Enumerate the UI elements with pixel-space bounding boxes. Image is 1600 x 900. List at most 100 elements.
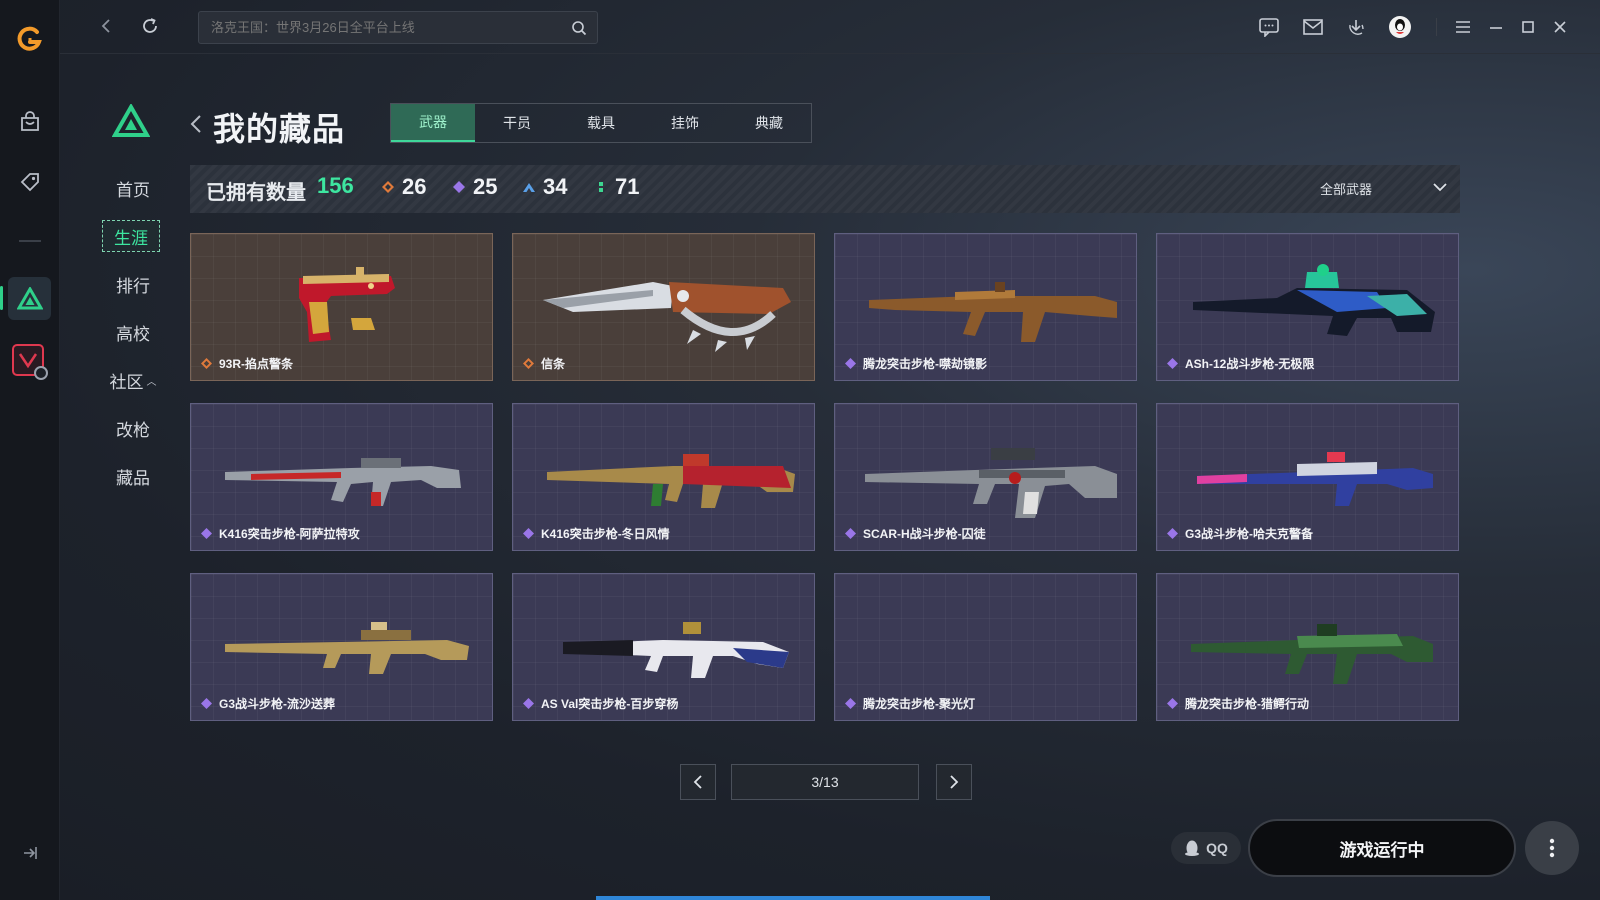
rarity-count-green: 71 [595,174,639,200]
qq-label: QQ [1206,840,1228,856]
back-icon[interactable] [190,112,204,136]
prev-page-button[interactable] [680,764,716,800]
card-name: 93R-掐点警条 [219,357,294,371]
card-label: 信条 [523,355,565,372]
close-icon[interactable] [1548,15,1572,39]
app-logo-icon[interactable] [15,24,45,54]
next-page-button[interactable] [936,764,972,800]
collection-card[interactable]: ASh-12战斗步枪-无极限 [1156,233,1459,381]
nav-item-career[interactable]: 生涯 [102,220,160,252]
card-label: SCAR-H战斗步枪-囚徒 [845,525,986,542]
tab-vehicles[interactable]: 载具 [559,104,643,142]
weapon-filter-dropdown[interactable]: 全部武器 [1320,179,1372,198]
rifle-skin-image [225,622,469,674]
card-label: ASh-12战斗步枪-无极限 [1167,355,1314,372]
more-options-button[interactable] [1525,821,1579,875]
chat-icon[interactable] [1257,15,1281,39]
download-icon[interactable] [1344,15,1368,39]
card-name: 信条 [541,357,566,371]
minimize-icon[interactable] [1484,15,1508,39]
page-title: 我的藏品 [213,111,346,147]
rifle-skin-image [547,454,795,508]
nav-item-label: 藏品 [116,468,150,488]
avatar[interactable] [1388,15,1412,39]
purple-diamond-icon [523,698,534,709]
rifle-skin-image [225,458,461,506]
purple-diamond-icon [201,698,212,709]
gold-diamond-icon [382,181,394,193]
nav-item-gunsmith[interactable]: 改枪 [102,412,164,444]
store-bag-icon[interactable] [16,108,44,136]
rail-divider [19,240,41,242]
tab-charms[interactable]: 挂饰 [643,104,727,142]
top-bar [60,0,1600,54]
nav-item-label: 社区 [109,372,144,392]
collection-card[interactable]: G3战斗步枪-流沙送葬 [190,573,493,721]
card-label: 腾龙突击步枪-猎鳄行动 [1167,695,1309,712]
card-label: G3战斗步枪-流沙送葬 [201,695,335,712]
collection-card[interactable]: 93R-掐点警条 [190,233,493,381]
tab-weapons[interactable]: 武器 [391,104,475,142]
maximize-icon[interactable] [1516,15,1540,39]
chevron-down-icon[interactable] [1430,177,1450,197]
game-running-button[interactable]: 游戏运行中 [1248,819,1516,877]
card-label: G3战斗步枪-哈夫克警备 [1167,525,1313,542]
rifle-skin-image [865,448,1117,518]
back-nav-icon[interactable] [94,14,118,38]
nav-item-campus[interactable]: 高校 [102,316,164,348]
nav-item-community[interactable]: 社区 ︿ [102,364,164,396]
gold-diamond-icon [201,358,212,369]
gold-diamond-icon [523,358,534,369]
qq-login-button[interactable]: QQ [1171,832,1241,864]
nav-item-ranking[interactable]: 排行 [102,268,164,300]
green-dots-icon [599,182,603,192]
search-icon[interactable] [571,20,587,36]
vertical-dots-icon [1549,838,1555,858]
tag-icon[interactable] [16,168,44,196]
card-name: SCAR-H战斗步枪-囚徒 [863,527,986,541]
collection-card[interactable]: 腾龙突击步枪-聚光灯 [834,573,1137,721]
game-delta-force-icon[interactable] [8,277,51,320]
collapse-rail-icon[interactable] [20,844,40,862]
collection-card[interactable]: G3战斗步枪-哈夫克警备 [1156,403,1459,551]
mail-icon[interactable] [1301,15,1325,39]
chevron-left-icon [693,775,702,789]
card-name: K416突击步枪-冬日风情 [541,527,670,541]
category-tabs: 武器 干员 载具 挂饰 典藏 [390,103,812,143]
card-label: 腾龙突击步枪-聚光灯 [845,695,975,712]
collection-card[interactable]: K416突击步枪-阿萨拉特攻 [190,403,493,551]
purple-diamond-icon [1167,698,1178,709]
collection-card[interactable]: SCAR-H战斗步枪-囚徒 [834,403,1137,551]
menu-icon[interactable] [1451,15,1475,39]
page-indicator: 3/13 [731,764,919,800]
tab-collector[interactable]: 典藏 [727,104,811,142]
nav-item-collection[interactable]: 藏品 [102,460,164,492]
collection-card[interactable]: AS Val突击步枪-百步穿杨 [512,573,815,721]
nav-item-label: 排行 [116,276,150,296]
card-name: AS Val突击步枪-百步穿杨 [541,697,679,711]
card-name: G3战斗步枪-流沙送葬 [219,697,336,711]
collection-card[interactable]: 腾龙突击步枪-噤劫镜影 [834,233,1137,381]
collection-card[interactable]: 腾龙突击步枪-猎鳄行动 [1156,573,1459,721]
card-name: 腾龙突击步枪-猎鳄行动 [1185,697,1309,711]
collection-card[interactable]: K416突击步枪-冬日风情 [512,403,815,551]
card-name: 腾龙突击步枪-聚光灯 [863,697,975,711]
nav-item-label: 改枪 [116,420,150,440]
purple-diamond-icon [201,528,212,539]
rail-active-indicator [0,286,3,310]
game-valorant-icon[interactable] [12,344,48,380]
tab-operators[interactable]: 干员 [475,104,559,142]
search-box[interactable] [198,11,598,44]
chevron-up-icon: ︿ [146,376,157,388]
collection-card[interactable]: 信条 [512,233,815,381]
nav-item-home[interactable]: 首页 [102,172,164,204]
search-input[interactable] [199,12,559,43]
card-label: K416突击步枪-阿萨拉特攻 [201,525,360,542]
refresh-icon[interactable] [138,14,162,38]
empty-weapon-image [855,592,1118,692]
left-rail [0,0,60,900]
pistol-skin-image [299,267,395,342]
ownership-stats-bar: 已拥有数量 156 26 25 34 71 全部武器 [190,165,1460,213]
card-label: K416突击步枪-冬日风情 [523,525,670,542]
knife-skin-image [543,282,791,352]
